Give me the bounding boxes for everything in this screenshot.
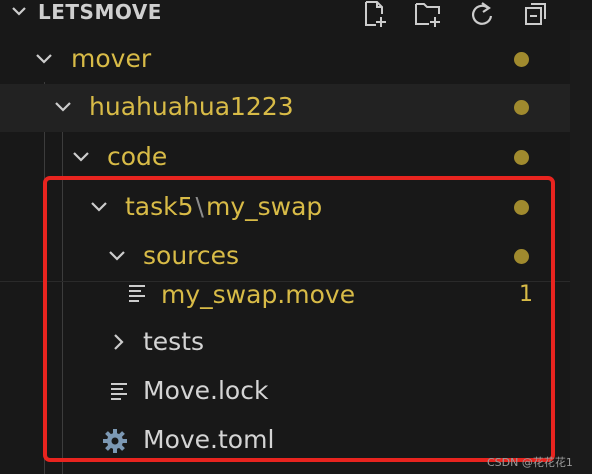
new-folder-icon[interactable] [412, 0, 444, 28]
workspace-title[interactable]: LETSMOVE [38, 0, 162, 24]
chevron-down-icon[interactable] [70, 146, 92, 168]
watermark-text: CSDN @花花花1 [487, 456, 573, 469]
folder-label: mover [71, 44, 152, 73]
tree-item-huahuahua1223[interactable]: huahuahua1223 [0, 84, 570, 132]
tree-item-mover[interactable]: mover [0, 36, 570, 84]
explorer-header: LETSMOVE [0, 0, 592, 30]
collapse-all-icon[interactable] [520, 0, 552, 28]
refresh-icon[interactable] [466, 0, 498, 28]
chevron-down-icon[interactable] [52, 96, 74, 118]
chevron-down-icon[interactable] [10, 2, 28, 20]
new-file-icon[interactable] [360, 0, 392, 28]
modified-dot [514, 52, 529, 67]
tree-item-code[interactable]: code [0, 134, 570, 182]
highlight-annotation-box [43, 176, 555, 462]
modified-dot [514, 100, 529, 115]
folder-label: code [107, 142, 168, 171]
folder-label: huahuahua1223 [89, 92, 294, 121]
scrollbar-track[interactable] [570, 30, 592, 474]
modified-dot [514, 150, 529, 165]
chevron-down-icon[interactable] [33, 48, 55, 70]
